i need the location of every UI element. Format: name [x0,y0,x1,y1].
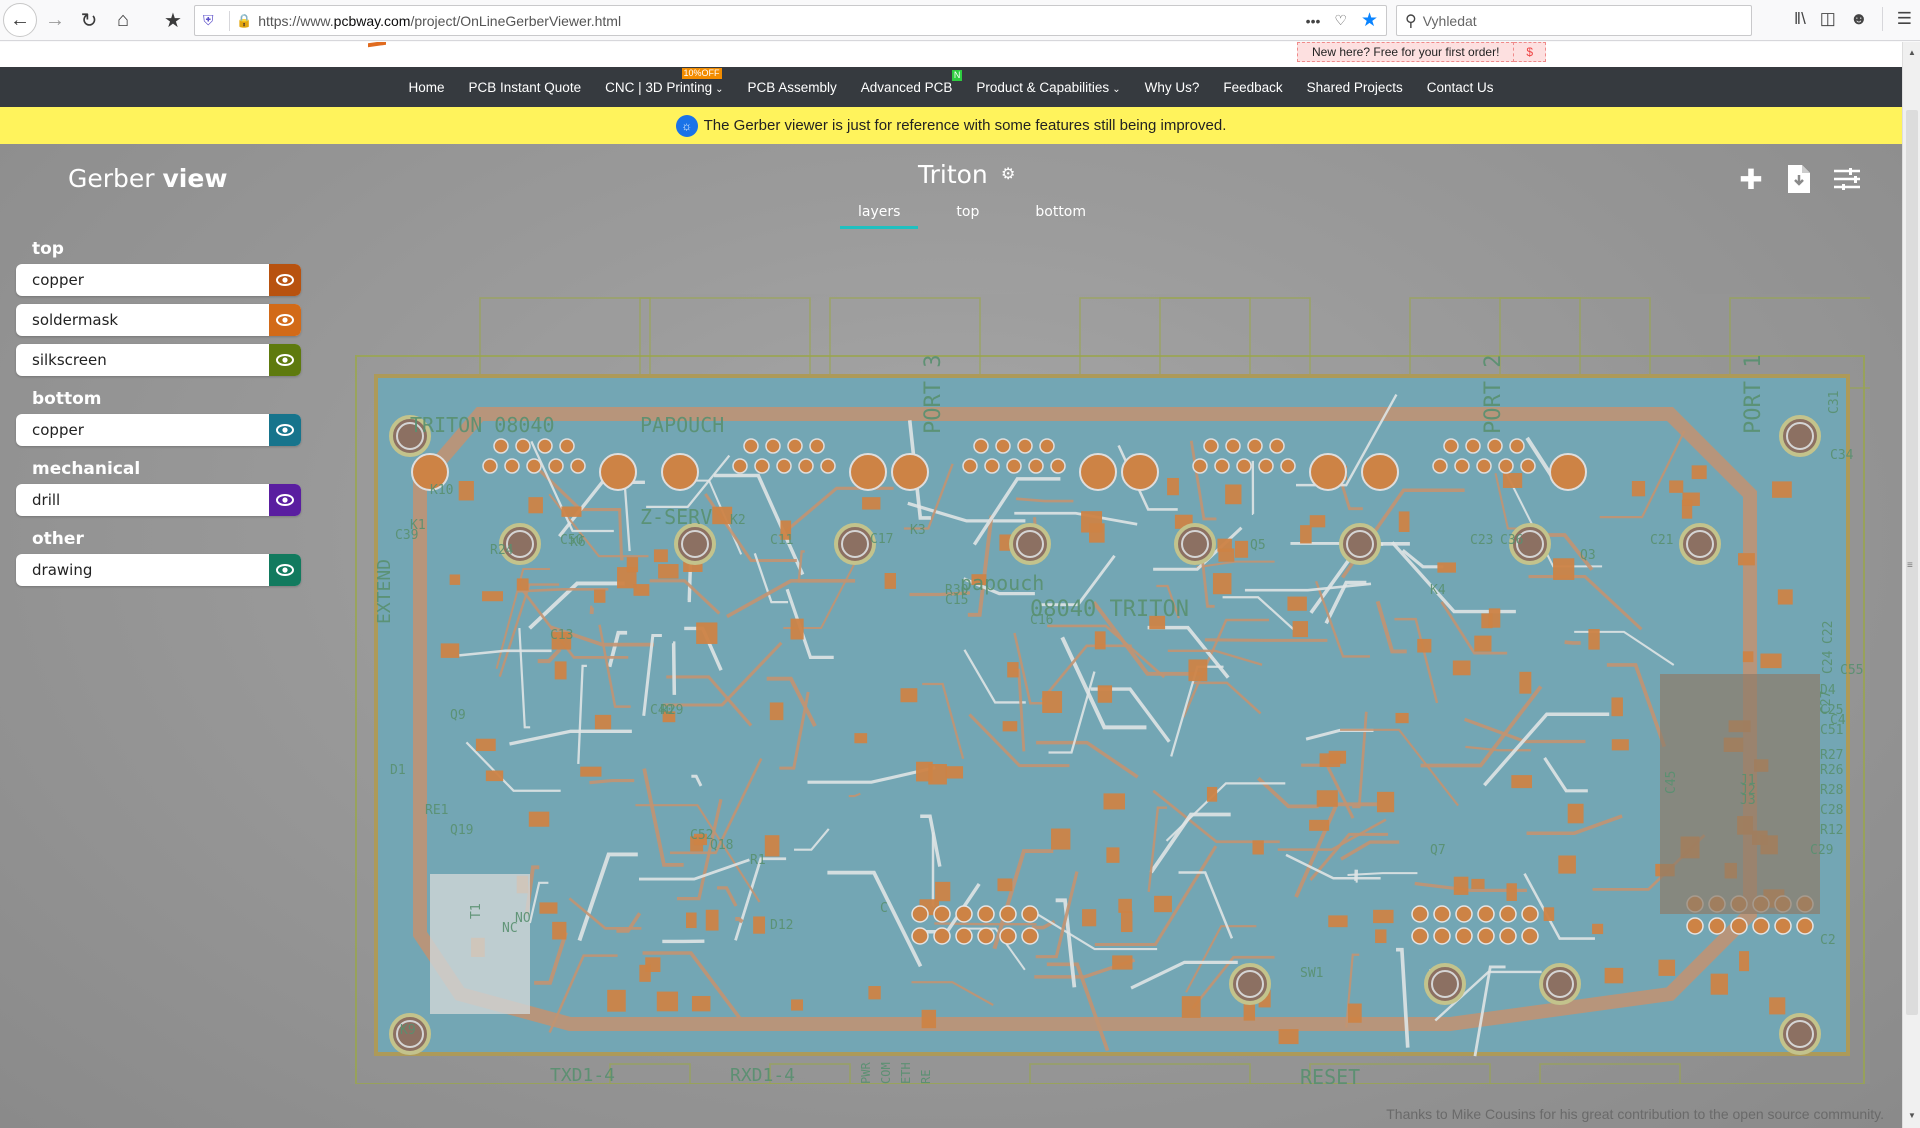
viewer-tools: ✚ [1738,164,1860,195]
eye-icon[interactable] [269,414,301,446]
page-scrollbar[interactable]: ▲ ≡ ▼ [1902,42,1920,1128]
settings-sliders-icon[interactable] [1834,164,1860,194]
board-name: Triton [918,160,988,189]
layer-top-soldermask[interactable]: soldermask [16,304,301,336]
layer-other-drawing[interactable]: drawing [16,554,301,586]
nav-home[interactable]: Home [397,80,457,95]
promo-banner[interactable]: New here? Free for your first order! $ [1297,42,1547,62]
tab-bottom[interactable]: bottom [1017,204,1104,229]
layer-group-top: top [32,239,64,259]
sidebar-icon[interactable]: ◫ [1820,9,1836,29]
layer-name: copper [32,271,84,289]
nav-pcb-assembly[interactable]: PCB Assembly [736,80,849,95]
layer-top-silkscreen[interactable]: silkscreen [16,344,301,376]
nav-cnc-3d-printing[interactable]: CNC | 3D Printing ⌄ 10%OFF [593,67,735,95]
library-icon[interactable]: ‖\ [1794,9,1806,29]
credits-text: Thanks to Mike Cousins for his great con… [1386,1106,1884,1122]
layer-group-bottom: bottom [32,389,102,409]
chevron-down-icon: ⌄ [715,83,724,95]
nav-feedback[interactable]: Feedback [1211,80,1294,95]
pcb-render[interactable]: TRITON 08040 PAPOUCH PORT 3 PORT 2 PORT 1Z-S… [350,294,1901,1115]
layer-name: soldermask [32,311,119,329]
browser-toolbar: ← → ↻ ⌂ ★ ⛨ 🔒 https://www.pcbway.com/pro… [0,0,1920,41]
layers-sidebar: top copper soldermask silkscreen bottom coppe… [16,234,301,594]
search-placeholder: Vyhledat [1422,12,1477,29]
nav-shared-projects[interactable]: Shared Projects [1295,80,1415,95]
layer-name: silkscreen [32,351,107,369]
nav-why-us[interactable]: Why Us? [1133,80,1212,95]
home-icon[interactable]: ⌂ [107,4,139,36]
download-file-icon[interactable] [1786,164,1812,194]
account-icon[interactable]: ☻ [1850,9,1868,29]
url-path: /project/OnLineGerberViewer.html [410,12,622,29]
nav-advanced-pcb[interactable]: Advanced PCB N [849,69,965,95]
viewer-title: Gerber view [68,164,227,193]
url-bar[interactable]: ⛨ 🔒 https://www.pcbway.com/project/OnLin… [194,5,1387,36]
pcb-canvas[interactable]: TRITON 08040 PAPOUCH PORT 3 PORT 2 PORT 1 Z-S… [350,294,1901,1115]
menu-icon[interactable]: ☰ [1897,9,1912,29]
layer-top-copper[interactable]: copper [16,264,301,296]
nav-contact-us[interactable]: Contact Us [1415,80,1506,95]
nav-advanced-label: Advanced PCB [860,79,953,95]
url-separator [229,10,230,31]
page-actions-icon[interactable]: ••• [1306,13,1321,29]
tab-top[interactable]: top [938,204,997,229]
page: New here? Free for your first order! $ H… [0,42,1902,1128]
viewer-title-bold: view [162,164,228,193]
pocket-icon[interactable]: ♡ [1334,12,1347,29]
view-tabs: layers top bottom [840,204,1124,229]
layer-name: copper [32,421,84,439]
notice-banner: ☼ The Gerber viewer is just for referenc… [0,107,1902,144]
eye-icon[interactable] [269,264,301,296]
nav-product-capabilities[interactable]: Product & Capabilities ⌄ [964,80,1132,95]
site-logo[interactable] [368,42,386,48]
scroll-grip-icon: ≡ [1907,560,1913,571]
gear-icon[interactable]: ⚙ [1001,164,1015,184]
layer-group-other: other [32,529,84,549]
tab-layers[interactable]: layers [840,204,919,229]
lock-icon[interactable]: 🔒 [236,13,252,29]
bookmark-star-icon[interactable]: ★ [1361,9,1378,32]
eye-icon[interactable] [269,304,301,336]
gerber-viewer: Gerber view Triton ⚙ layers top bottom ✚… [0,144,1902,1128]
discount-badge: 10%OFF [681,67,722,79]
layer-bottom-copper[interactable]: copper [16,414,301,446]
notice-text: The Gerber viewer is just for reference … [703,117,1227,134]
search-icon: ⚲ [1405,12,1417,30]
back-icon[interactable]: ← [3,3,37,37]
promo-message[interactable]: New here? Free for your first order! [1297,42,1515,62]
layer-name: drawing [32,561,93,579]
toolbar-divider [1881,7,1883,31]
new-badge: N [951,69,963,81]
toolbar-right: ‖\ ◫ ☻ ☰ [1794,7,1912,31]
reload-icon[interactable]: ↻ [73,4,105,36]
layer-mechanical-drill[interactable]: drill [16,484,301,516]
add-icon[interactable]: ✚ [1738,164,1764,195]
lightbulb-icon: ☼ [675,114,698,137]
viewer-title-light: Gerber [68,164,155,193]
bookmark-shelf-icon[interactable]: ★ [157,4,189,36]
nav-cnc-label: CNC | 3D Printing [605,79,713,95]
promo-dollar-icon[interactable]: $ [1514,42,1547,62]
scroll-down-icon[interactable]: ▼ [1908,1111,1916,1120]
main-nav: Home PCB Instant Quote CNC | 3D Printing… [0,67,1902,107]
layer-group-mechanical: mechanical [32,459,141,479]
url-actions: ••• ♡ ★ [1306,9,1378,32]
scroll-up-icon[interactable]: ▲ [1908,48,1916,57]
url-host: pcbway.com [333,12,411,29]
url-prefix: https://www. [258,12,334,29]
forward-icon[interactable]: → [39,4,71,36]
viewer-tint [350,294,1870,1084]
eye-icon[interactable] [269,344,301,376]
search-input[interactable]: ⚲ Vyhledat [1396,5,1752,36]
tracking-shield-icon[interactable]: ⛨ [203,12,223,29]
nav-pcb-instant-quote[interactable]: PCB Instant Quote [457,80,594,95]
nav-product-label: Product & Capabilities [976,79,1110,95]
eye-icon[interactable] [269,484,301,516]
chevron-down-icon: ⌄ [1112,83,1121,95]
url-text[interactable]: https://www.pcbway.com/project/OnLineGer… [258,13,621,29]
eye-icon[interactable] [269,554,301,586]
site-header: New here? Free for your first order! $ [0,42,1902,67]
layer-name: drill [32,491,61,509]
